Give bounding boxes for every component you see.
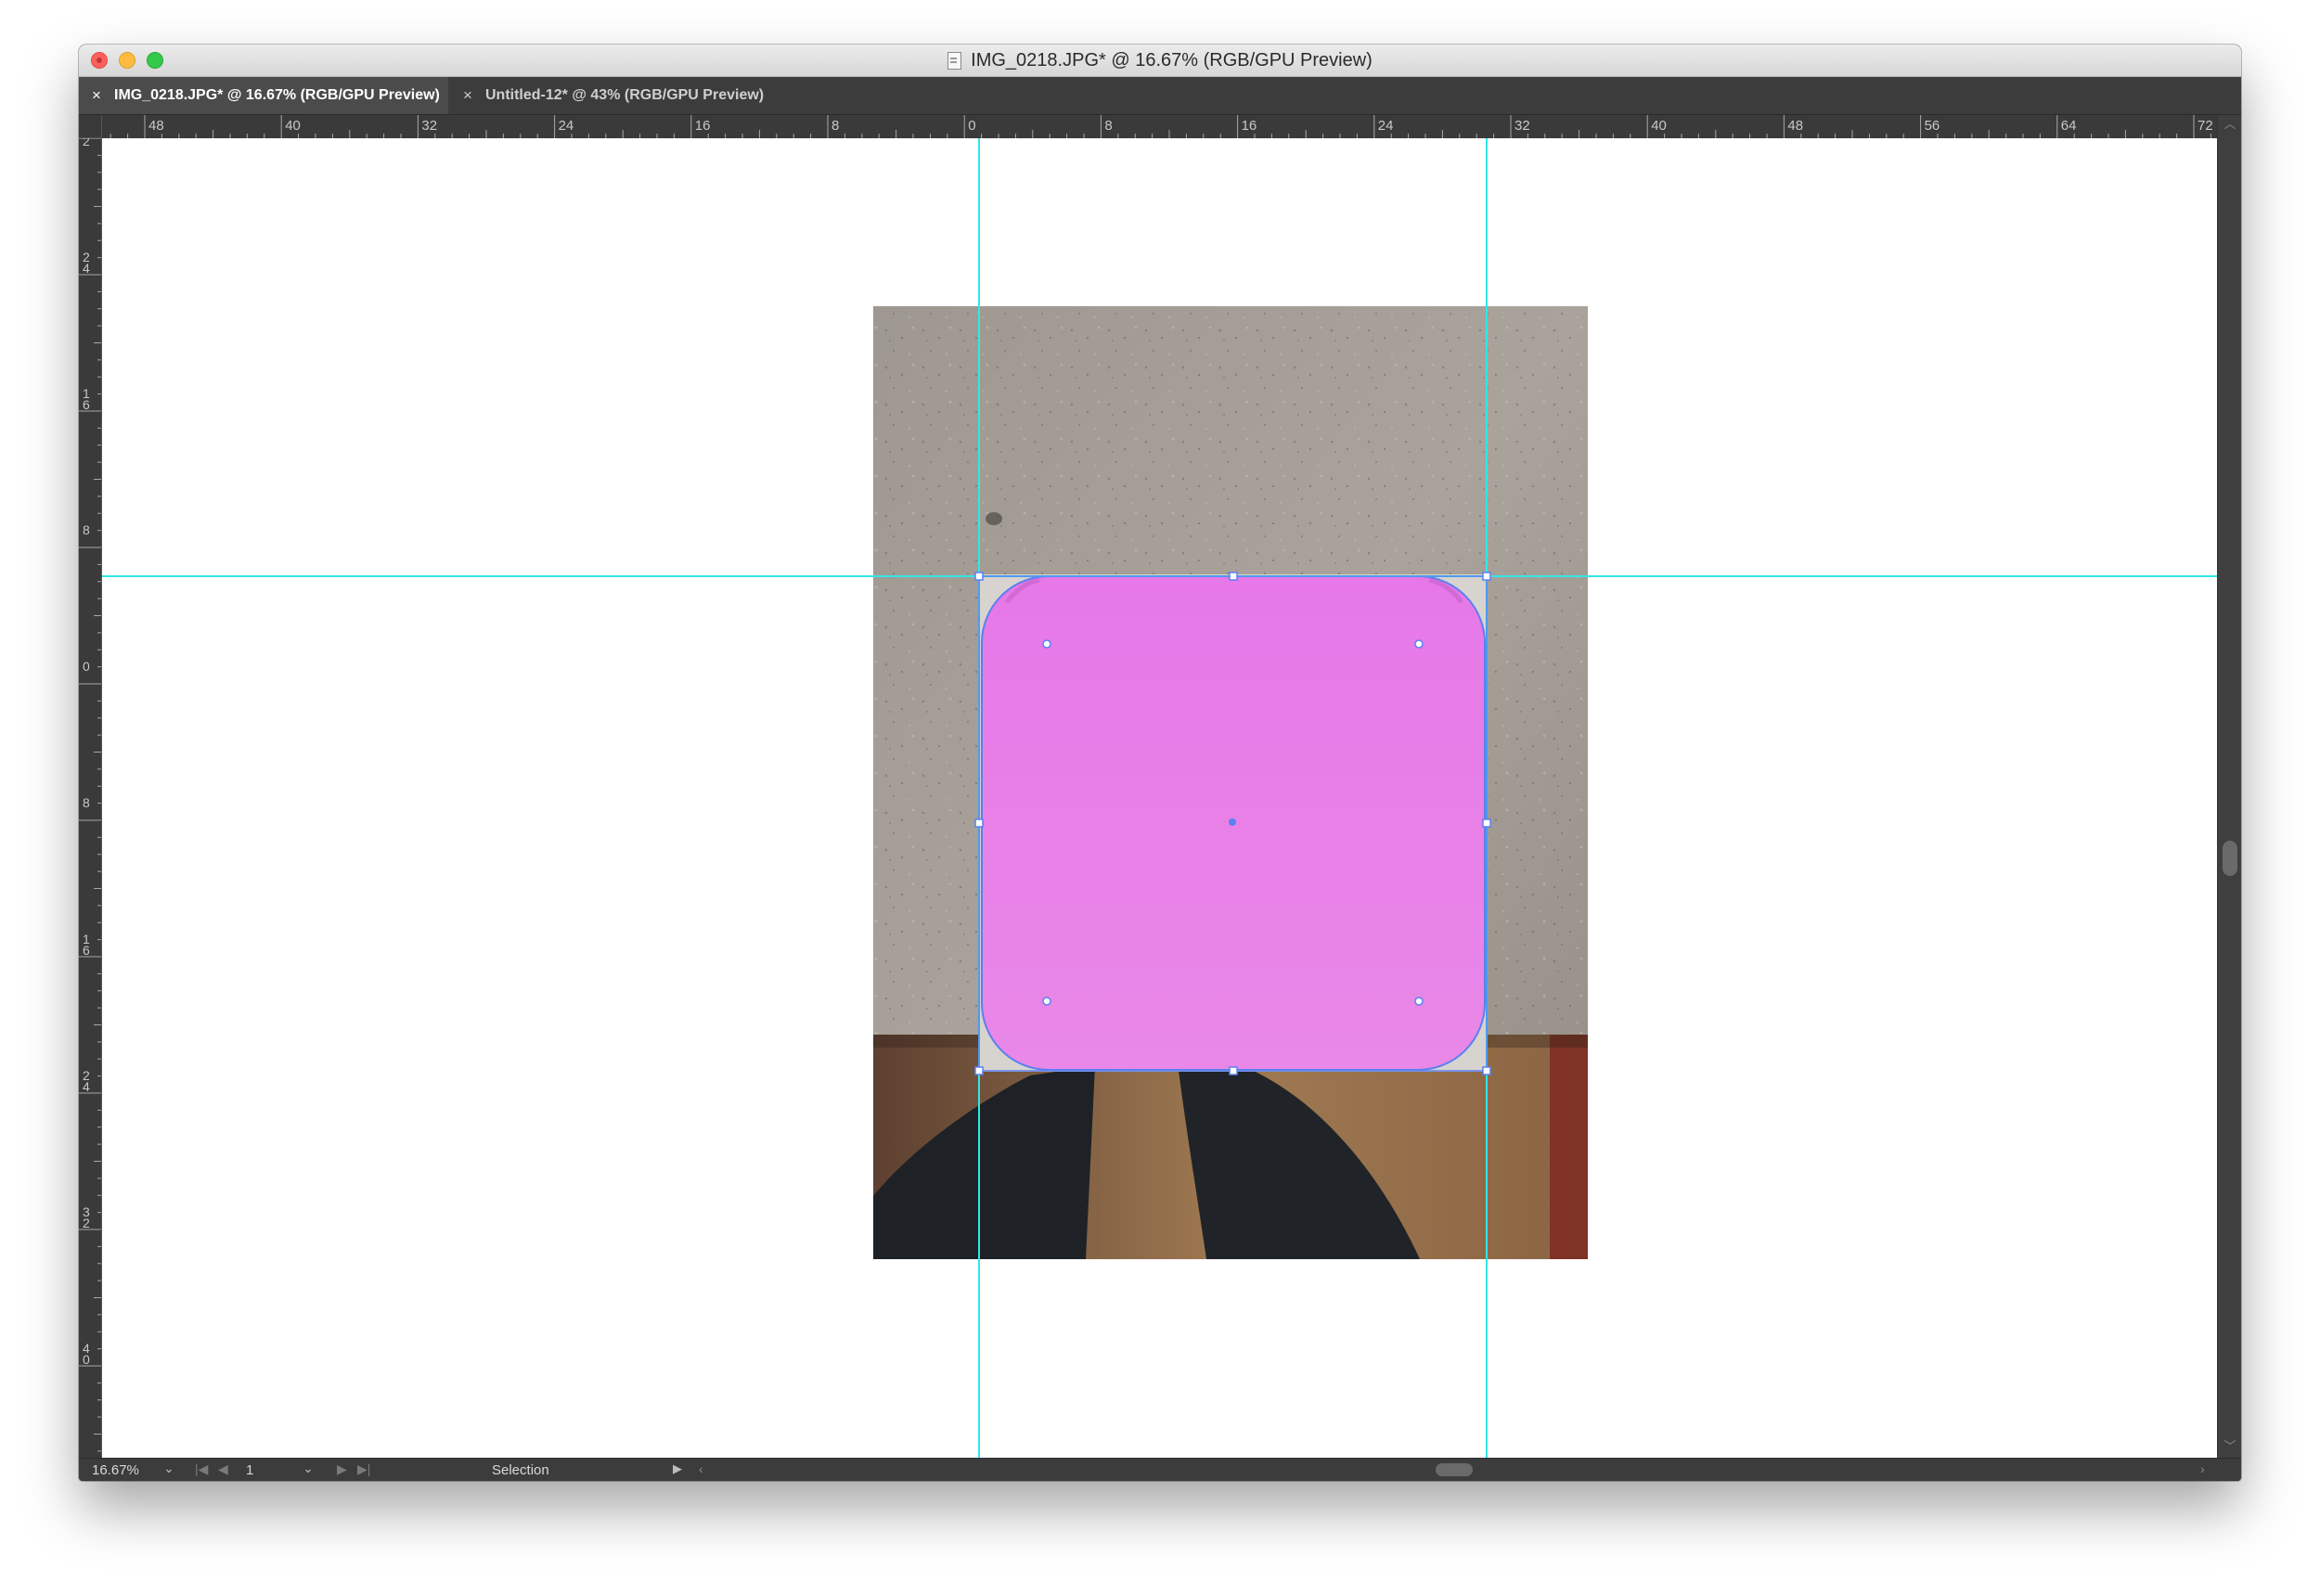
ruler-tick-label: 4 xyxy=(83,1079,90,1094)
ruler-tick-label: 40 xyxy=(285,118,301,134)
tab-img-0218[interactable]: × IMG_0218.JPG* @ 16.67% (RGB/GPU Previe… xyxy=(79,77,448,114)
ruler-tick-label: 32 xyxy=(421,118,437,134)
ruler-tick-label: 56 xyxy=(1925,118,1940,134)
zoom-level[interactable]: 16.67% xyxy=(92,1462,139,1478)
vertical-scroll-thumb[interactable] xyxy=(2223,841,2237,876)
last-artboard-icon[interactable]: ▶| xyxy=(357,1461,370,1477)
ruler-tick-label: 2 xyxy=(83,1216,90,1230)
ruler-origin[interactable] xyxy=(79,115,102,138)
ruler-tick-label: 0 xyxy=(83,659,90,674)
chevron-down-icon[interactable]: ⌄ xyxy=(160,1461,178,1476)
artboard-canvas[interactable] xyxy=(102,138,2217,1458)
ruler-tick-label: 48 xyxy=(1787,118,1803,134)
center-point xyxy=(1229,818,1236,826)
first-artboard-icon[interactable]: |◀ xyxy=(195,1461,208,1477)
ruler-tick-label: 72 xyxy=(2198,118,2213,134)
ruler-tick-label: 64 xyxy=(2061,118,2077,134)
ruler-tick-label: 2 xyxy=(83,138,90,148)
ruler-tick-label: 0 xyxy=(968,118,975,134)
window-title-container: IMG_0218.JPG* @ 16.67% (RGB/GPU Preview) xyxy=(79,45,2241,76)
chevron-down-icon[interactable]: ⌄ xyxy=(299,1461,317,1476)
title-bar: IMG_0218.JPG* @ 16.67% (RGB/GPU Preview) xyxy=(79,45,2241,77)
vertical-scrollbar[interactable]: ︿ ﹀ xyxy=(2217,115,2241,1458)
status-bar: 16.67% ⌄ |◀ ◀ 1 ⌄ ▶ ▶| Selection ▶ ‹ › xyxy=(79,1458,2241,1481)
ruler-tick-label: 8 xyxy=(831,118,839,134)
ruler-tick-label: 6 xyxy=(83,397,90,412)
tab-untitled-12[interactable]: × Untitled-12* @ 43% (RGB/GPU Preview) xyxy=(450,77,872,114)
ruler-tick-label: 16 xyxy=(695,118,711,134)
ruler-tick-label: 8 xyxy=(83,795,90,810)
artboard-number-field[interactable]: 1 xyxy=(246,1462,253,1478)
current-tool-label[interactable]: Selection xyxy=(492,1462,549,1478)
ruler-tick-label: 32 xyxy=(1514,118,1530,134)
document-tab-bar: × IMG_0218.JPG* @ 16.67% (RGB/GPU Previe… xyxy=(79,77,2241,115)
next-artboard-icon[interactable]: ▶ xyxy=(337,1461,347,1477)
ruler-tick-label: 4 xyxy=(83,261,90,276)
ruler-tick-label: 8 xyxy=(83,522,90,537)
document-icon xyxy=(947,51,962,70)
horizontal-ruler[interactable]: 48 40 32 24 16 8 0 8 16 24 32 40 48 56 64 72 xyxy=(102,115,2241,139)
ruler-tick-label: 8 xyxy=(1104,118,1112,134)
scroll-down-icon[interactable]: ﹀ xyxy=(2218,1437,2241,1456)
tab-label: IMG_0218.JPG* @ 16.67% (RGB/GPU Preview) xyxy=(114,87,440,103)
vertical-ruler[interactable]: 2241680816243240 xyxy=(79,138,102,1458)
ruler-tick-label: 24 xyxy=(559,118,574,134)
status-menu-arrow-icon[interactable]: ▶ xyxy=(673,1461,682,1476)
scroll-left-icon[interactable]: ‹ xyxy=(699,1461,703,1476)
window-title: IMG_0218.JPG* @ 16.67% (RGB/GPU Preview) xyxy=(971,49,1373,71)
tab-close-icon[interactable]: × xyxy=(84,86,109,105)
ruler-tick-label: 24 xyxy=(1378,118,1394,134)
horizontal-scroll-thumb[interactable] xyxy=(1436,1463,1473,1476)
ruler-tick-label: 40 xyxy=(1651,118,1667,134)
scroll-up-icon[interactable]: ︿ xyxy=(2218,115,2241,134)
ruler-tick-label: 16 xyxy=(1242,118,1257,134)
app-window: IMG_0218.JPG* @ 16.67% (RGB/GPU Preview)… xyxy=(79,45,2241,1481)
ruler-tick-label: 6 xyxy=(83,943,90,958)
tab-close-icon[interactable]: × xyxy=(456,86,480,105)
previous-artboard-icon[interactable]: ◀ xyxy=(218,1461,228,1477)
tab-label: Untitled-12* @ 43% (RGB/GPU Preview) xyxy=(485,87,765,103)
scroll-right-icon[interactable]: › xyxy=(2200,1461,2205,1476)
ruler-tick-label: 48 xyxy=(148,118,164,134)
ruler-tick-label: 0 xyxy=(83,1352,90,1367)
